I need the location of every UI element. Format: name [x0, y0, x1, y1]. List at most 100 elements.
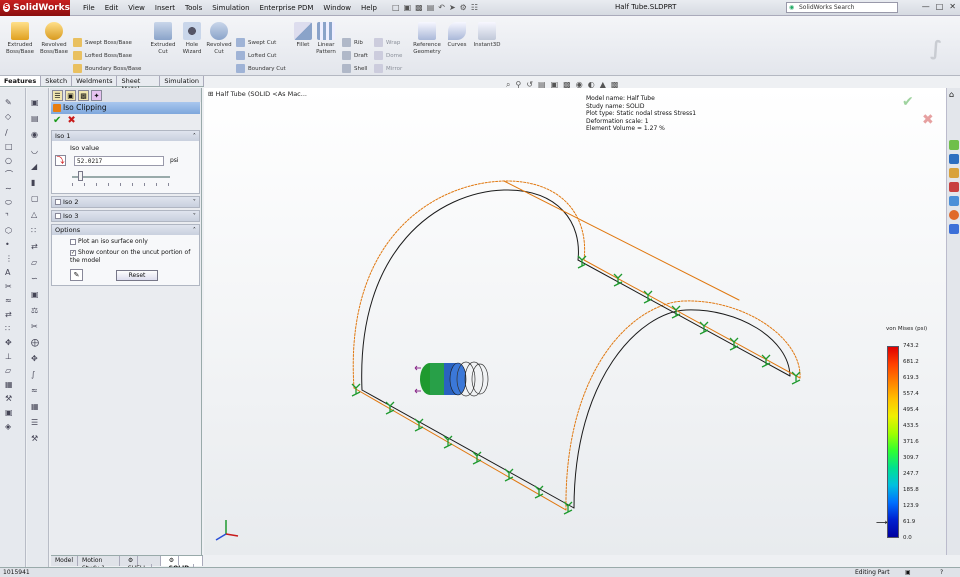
- arc-icon[interactable]: ⌒: [5, 170, 17, 179]
- mirror-sketch-icon[interactable]: ⇄: [5, 310, 17, 319]
- minimize-icon[interactable]: —: [922, 2, 930, 11]
- pattern-feature-icon[interactable]: ∷: [31, 226, 43, 235]
- home-icon[interactable]: ⌂: [949, 90, 959, 100]
- graphics-area[interactable]: [204, 88, 946, 555]
- view-palette-icon[interactable]: [949, 196, 959, 206]
- relation-icon[interactable]: ⊥: [5, 352, 17, 361]
- centerline-icon[interactable]: ⋮: [5, 254, 17, 263]
- ok-icon[interactable]: ✔: [53, 116, 61, 126]
- move-body-icon[interactable]: ✥: [31, 354, 43, 363]
- tab-shell-study[interactable]: ⚙ SHELL: [120, 556, 161, 573]
- menu-tools[interactable]: Tools: [180, 4, 207, 12]
- rebuild-icon[interactable]: ⚙: [460, 3, 467, 12]
- text-icon[interactable]: A: [5, 268, 17, 277]
- linear-pattern-button[interactable]: Linear Pattern: [314, 22, 338, 56]
- custom-properties-icon[interactable]: [949, 224, 959, 234]
- chamfer-icon[interactable]: ◢: [31, 162, 43, 171]
- grid-icon[interactable]: ▦: [5, 380, 17, 389]
- display-manager-tab-icon[interactable]: ✦: [91, 90, 102, 101]
- revolved-boss-button[interactable]: Revolved Boss/Base: [38, 22, 70, 56]
- view-settings-icon[interactable]: ▩: [611, 80, 619, 90]
- draft-button[interactable]: Draft: [342, 51, 368, 60]
- extruded-cut-button[interactable]: Extruded Cut: [148, 22, 178, 56]
- circle-icon[interactable]: ○: [5, 156, 17, 165]
- menu-help[interactable]: Help: [356, 4, 382, 12]
- tab-sheet-metal[interactable]: Sheet Metal: [117, 76, 161, 93]
- units-icon[interactable]: ▣: [905, 568, 911, 577]
- tab-model[interactable]: Model: [51, 556, 79, 566]
- tab-sketch[interactable]: Sketch: [41, 76, 73, 86]
- save-icon[interactable]: ▩: [415, 3, 423, 12]
- confirm-cancel-icon[interactable]: ✖: [922, 112, 934, 128]
- resources-icon[interactable]: [949, 140, 959, 150]
- iso3-header[interactable]: Iso 3 ˅: [52, 211, 199, 221]
- curves-button[interactable]: Curves: [444, 22, 470, 49]
- undo-icon[interactable]: ↶: [438, 3, 445, 12]
- rectangle-icon[interactable]: □: [5, 142, 17, 151]
- select-icon[interactable]: ➤: [449, 3, 456, 12]
- view-orientation-icon[interactable]: ▣: [551, 80, 559, 90]
- show-contour-option[interactable]: ✓ Show contour on the uncut portion of th…: [70, 249, 196, 264]
- expand-icon[interactable]: ˅: [193, 211, 196, 221]
- property-manager-tab-icon[interactable]: ▣: [65, 90, 76, 101]
- move-icon[interactable]: ✥: [5, 338, 17, 347]
- tab-solid-study[interactable]: ⚙ SOLID: [160, 556, 204, 573]
- lofted-boss-button[interactable]: Lofted Boss/Base: [73, 51, 132, 60]
- cut-feature-icon[interactable]: ▤: [31, 114, 43, 123]
- menu-edit[interactable]: Edit: [100, 4, 124, 12]
- hole-feature-icon[interactable]: ◉: [31, 130, 43, 139]
- plane-icon[interactable]: ▱: [5, 366, 17, 375]
- offset-icon[interactable]: ≈: [5, 296, 17, 305]
- appearances-icon[interactable]: [949, 210, 959, 220]
- fillet-feature-icon[interactable]: ◡: [31, 146, 43, 155]
- tab-simulation[interactable]: Simulation: [160, 76, 204, 86]
- show-contour-checkbox[interactable]: ✓: [70, 249, 76, 256]
- shell-button[interactable]: Shell: [342, 64, 367, 73]
- menu-enterprise-pdm[interactable]: Enterprise PDM: [255, 4, 319, 12]
- instant3d-toggle-icon[interactable]: ⚖: [31, 306, 43, 315]
- close-icon[interactable]: ✕: [949, 2, 956, 11]
- collapse-icon[interactable]: ˄: [193, 225, 196, 235]
- draft-feature-icon[interactable]: △: [31, 210, 43, 219]
- flyout-tree[interactable]: ⊞ Half Tube (SOLID <As Mac...: [208, 90, 307, 98]
- iso3-checkbox[interactable]: [55, 213, 61, 219]
- scene-icon[interactable]: ▲: [600, 80, 606, 90]
- zoom-area-icon[interactable]: ⚲: [515, 80, 521, 90]
- toolbox-icon[interactable]: ⚒: [31, 434, 43, 443]
- swept-cut-button[interactable]: Swept Cut: [236, 38, 276, 47]
- zoom-fit-icon[interactable]: ⌕: [506, 80, 510, 90]
- iso-slider-thumb[interactable]: [78, 171, 83, 181]
- revolved-cut-button[interactable]: Revolved Cut: [205, 22, 233, 56]
- mirror-feature-icon[interactable]: ⇄: [31, 242, 43, 251]
- menu-file[interactable]: File: [78, 4, 100, 12]
- shell-feature-icon[interactable]: ▢: [31, 194, 43, 203]
- smart-dimension-icon[interactable]: ◇: [5, 112, 17, 121]
- confirm-ok-icon[interactable]: ✔: [902, 94, 914, 110]
- split-icon[interactable]: ✂: [31, 322, 43, 331]
- swept-boss-button[interactable]: Swept Boss/Base: [73, 38, 132, 47]
- tab-features[interactable]: Features: [0, 76, 42, 86]
- point-icon[interactable]: •: [5, 240, 17, 249]
- deform-icon[interactable]: ≈: [31, 386, 43, 395]
- section-view-icon[interactable]: ▤: [538, 80, 546, 90]
- menu-view[interactable]: View: [123, 4, 150, 12]
- spline-icon[interactable]: ∼: [5, 184, 17, 193]
- design-library-icon[interactable]: [949, 154, 959, 164]
- contour-settings-icon[interactable]: ✎: [70, 269, 83, 281]
- fillet-button[interactable]: Fillet: [292, 22, 314, 49]
- sketch-icon[interactable]: ✎: [5, 98, 17, 107]
- configuration-manager-tab-icon[interactable]: ▩: [78, 90, 89, 101]
- indent-icon[interactable]: ▦: [31, 402, 43, 411]
- reference-geometry-button[interactable]: Reference Geometry: [410, 22, 444, 56]
- help-icon[interactable]: ?: [940, 568, 943, 577]
- curve-feature-icon[interactable]: ∽: [31, 274, 43, 283]
- search-input[interactable]: SolidWorks Search: [786, 2, 898, 13]
- file-explorer-icon[interactable]: [949, 168, 959, 178]
- display-style-icon[interactable]: ▩: [563, 80, 571, 90]
- menu-window[interactable]: Window: [318, 4, 356, 12]
- expand-icon[interactable]: ˅: [193, 197, 196, 207]
- plot-iso-option[interactable]: Plot an iso surface only: [70, 238, 148, 245]
- extruded-boss-button[interactable]: Extruded Boss/Base: [3, 22, 37, 56]
- boss-icon[interactable]: ▣: [31, 98, 43, 107]
- boundary-cut-button[interactable]: Boundary Cut: [236, 64, 286, 73]
